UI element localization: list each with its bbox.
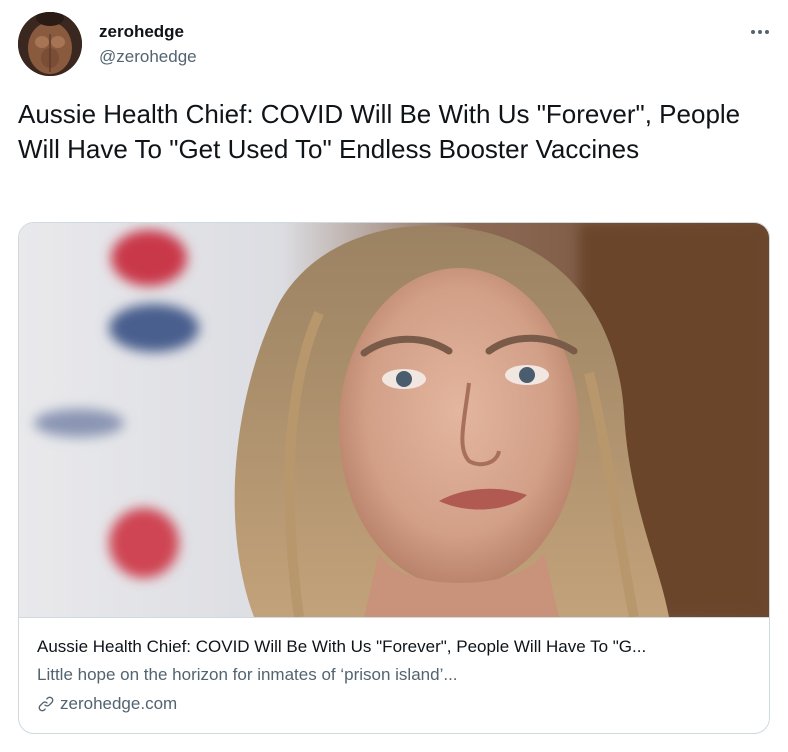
tweet: zerohedge @zerohedge Aussie Health Chief… — [0, 0, 788, 752]
link-card[interactable]: Aussie Health Chief: COVID Will Be With … — [18, 222, 770, 734]
handle[interactable]: @zerohedge — [99, 47, 197, 67]
card-image — [19, 223, 769, 618]
display-name[interactable]: zerohedge — [99, 22, 184, 42]
more-horizontal-icon — [765, 30, 769, 34]
tweet-text: Aussie Health Chief: COVID Will Be With … — [18, 99, 741, 164]
avatar[interactable] — [18, 12, 82, 76]
card-description: Little hope on the horizon for inmates o… — [37, 665, 458, 684]
card-title: Aussie Health Chief: COVID Will Be With … — [37, 637, 647, 656]
more-horizontal-icon — [758, 30, 762, 34]
card-domain-text: zerohedge.com — [60, 694, 178, 713]
more-options-button[interactable] — [746, 22, 774, 42]
card-domain: zerohedge.com — [37, 694, 177, 714]
more-horizontal-icon — [751, 30, 755, 34]
avatar-image — [18, 12, 82, 76]
link-icon — [38, 696, 54, 712]
